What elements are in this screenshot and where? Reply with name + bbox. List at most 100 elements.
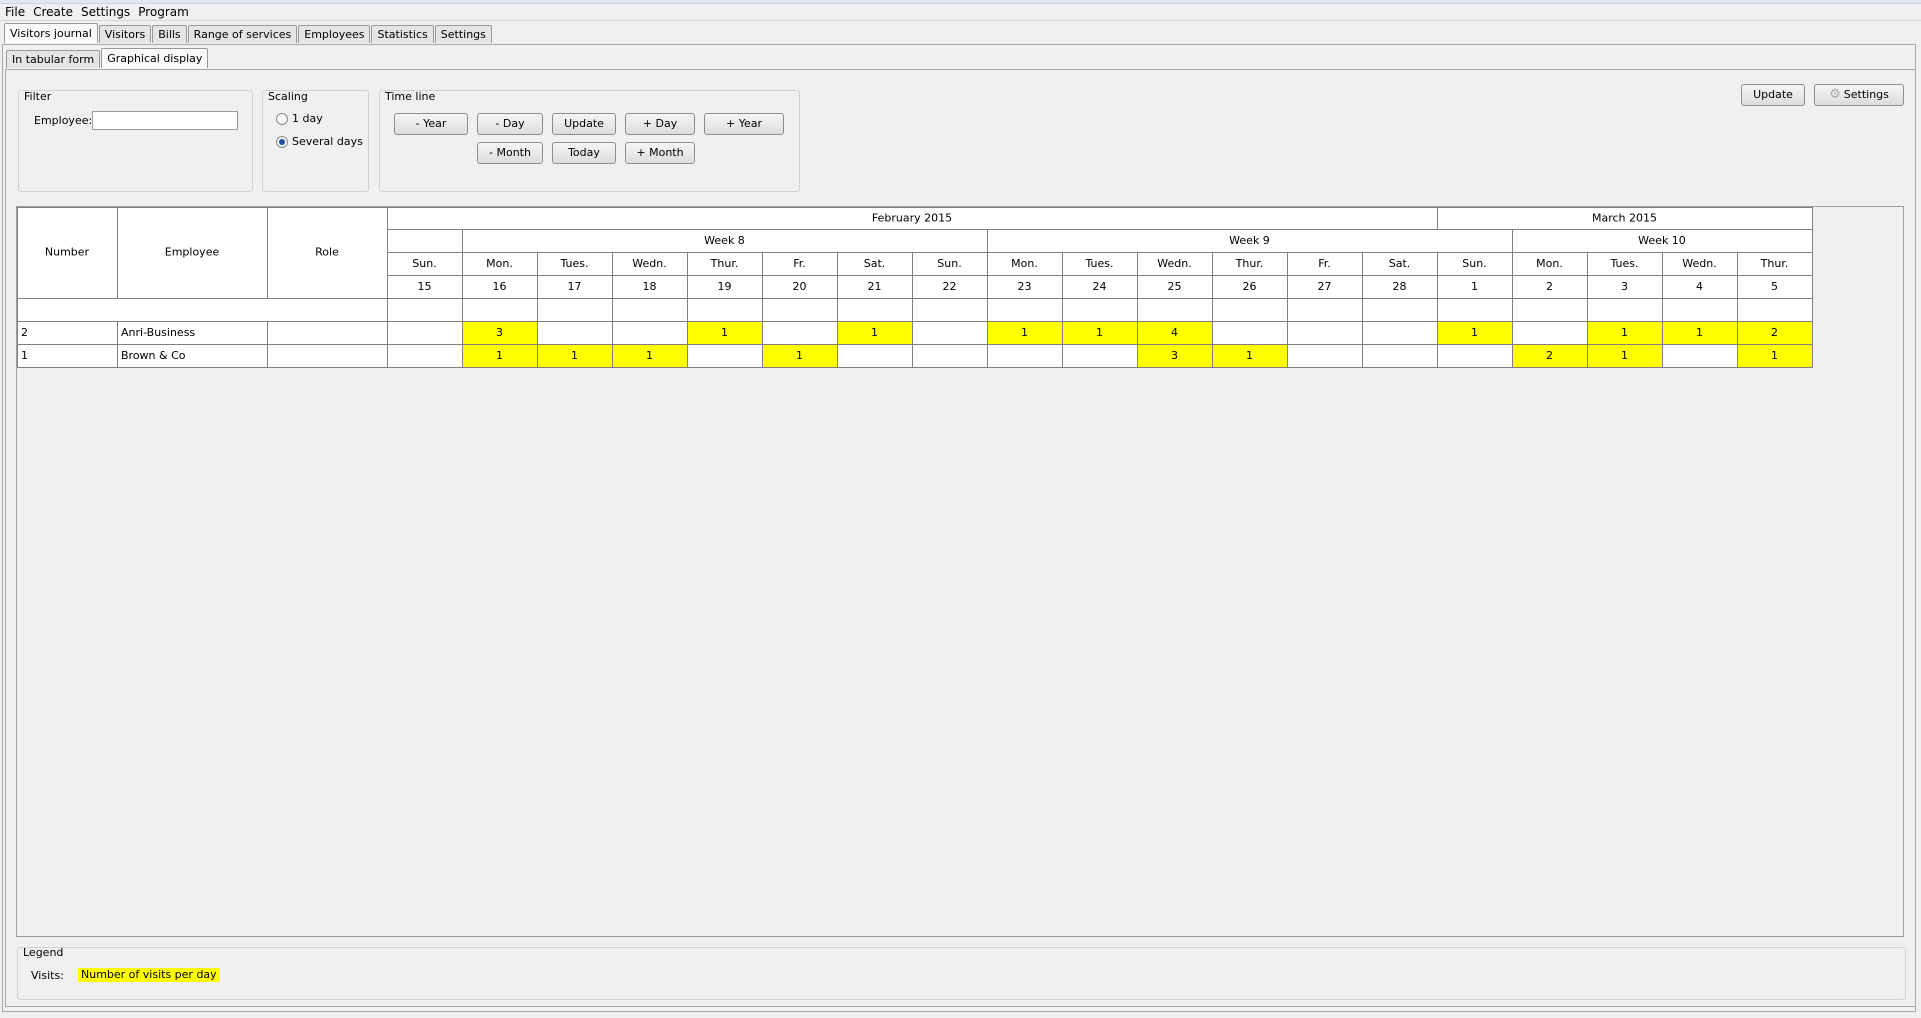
weekday-label: Sat. <box>864 257 886 270</box>
date-label: 28 <box>1393 280 1407 293</box>
empty-visit-cell <box>837 344 913 368</box>
empty-visit-cell <box>612 321 688 345</box>
month-header: March 2015 <box>1592 212 1657 225</box>
date-label: 24 <box>1093 280 1107 293</box>
weekday-label: Thur. <box>1760 257 1789 270</box>
weekday-label: Sun. <box>1462 257 1486 270</box>
menu-program[interactable]: Program <box>133 5 192 19</box>
empty-visit-cell <box>1662 344 1738 368</box>
tab-settings[interactable]: Settings <box>434 25 492 43</box>
date-label: 25 <box>1168 280 1182 293</box>
minus-month-button[interactable]: - Month <box>477 142 543 164</box>
scaling-group: Scaling 1 day Several days <box>262 90 369 192</box>
empty-visit-cell <box>1437 344 1513 368</box>
visit-count: 3 <box>496 326 503 339</box>
blank-day-cell <box>762 298 838 322</box>
update-button[interactable]: Update <box>1741 84 1805 106</box>
week-header: Week 10 <box>1638 234 1686 247</box>
blank-day-cell <box>1362 298 1438 322</box>
gear-icon: ⚙ <box>1829 87 1841 102</box>
month-header: February 2015 <box>872 212 952 225</box>
date-label: 21 <box>868 280 882 293</box>
visit-count: 1 <box>1096 326 1103 339</box>
employee-filter-input[interactable] <box>92 111 238 130</box>
weekday-label: Mon. <box>1011 257 1038 270</box>
empty-visit-cell <box>762 321 838 345</box>
timeline-update-button[interactable]: Update <box>552 113 616 135</box>
minus-day-button[interactable]: - Day <box>477 113 543 135</box>
tab-employees[interactable]: Employees <box>298 25 371 43</box>
subtab-graphical-display[interactable]: Graphical display <box>101 48 209 68</box>
tab-visitors-journal[interactable]: Visitors journal <box>4 23 98 43</box>
radio-1-day[interactable] <box>276 113 288 125</box>
weekday-label: Sun. <box>412 257 436 270</box>
minus-year-button[interactable]: - Year <box>394 113 468 135</box>
date-label: 4 <box>1696 280 1703 293</box>
row-number: 1 <box>21 349 28 362</box>
row-employee: Brown & Co <box>121 349 186 362</box>
table-row-number-cell <box>17 344 118 368</box>
visit-count: 1 <box>1621 349 1628 362</box>
menu-create[interactable]: Create <box>28 5 76 19</box>
settings-button[interactable]: ⚙ Settings <box>1814 84 1904 106</box>
blank-row-cell <box>17 298 388 322</box>
menu-divider <box>0 20 1921 21</box>
timeline-title: Time line <box>385 90 436 103</box>
weekday-label: Wedn. <box>1682 257 1716 270</box>
weekday-label: Thur. <box>710 257 739 270</box>
menu-settings[interactable]: Settings <box>76 5 133 19</box>
tab-visitors[interactable]: Visitors <box>98 25 152 43</box>
visit-count: 1 <box>1021 326 1028 339</box>
filter-title: Filter <box>24 90 52 103</box>
legend-title: Legend <box>23 946 64 959</box>
table-row-role-cell <box>267 321 388 345</box>
plus-month-button[interactable]: + Month <box>625 142 695 164</box>
tab-range-of-services[interactable]: Range of services <box>187 25 298 43</box>
radio-several-days[interactable] <box>276 136 288 148</box>
tab-statistics[interactable]: Statistics <box>371 25 434 43</box>
date-label: 27 <box>1318 280 1332 293</box>
empty-visit-cell <box>537 321 613 345</box>
plus-year-button[interactable]: + Year <box>704 113 784 135</box>
blank-day-cell <box>687 298 763 322</box>
blank-day-cell <box>987 298 1063 322</box>
date-label: 17 <box>568 280 582 293</box>
tab-bills[interactable]: Bills <box>152 25 187 43</box>
blank-day-cell <box>462 298 538 322</box>
subtab-tabular-form[interactable]: In tabular form <box>6 50 101 68</box>
weekday-label: Wedn. <box>1157 257 1191 270</box>
weekday-label: Tues. <box>559 257 588 270</box>
date-label: 22 <box>943 280 957 293</box>
radio-several-days-label: Several days <box>292 135 363 148</box>
visit-count: 1 <box>1471 326 1478 339</box>
radio-1-day-label: 1 day <box>292 112 323 125</box>
blank-day-cell <box>1287 298 1363 322</box>
empty-visit-cell <box>912 344 988 368</box>
blank-day-cell <box>387 298 463 322</box>
main-tabs: Visitors journal Visitors Bills Range of… <box>4 23 493 43</box>
weekday-label: Thur. <box>1235 257 1264 270</box>
menu-file[interactable]: File <box>0 5 28 19</box>
date-label: 15 <box>418 280 432 293</box>
visit-count: 2 <box>1546 349 1553 362</box>
visit-count: 4 <box>1171 326 1178 339</box>
today-button[interactable]: Today <box>552 142 616 164</box>
empty-visit-cell <box>1512 321 1588 345</box>
visit-count: 1 <box>1696 326 1703 339</box>
weekday-label: Mon. <box>1536 257 1563 270</box>
date-label: 1 <box>1471 280 1478 293</box>
row-number: 2 <box>21 326 28 339</box>
weekday-label: Tues. <box>1609 257 1638 270</box>
week-header: Week 9 <box>1229 234 1270 247</box>
visit-count: 1 <box>646 349 653 362</box>
visit-count: 1 <box>796 349 803 362</box>
row-employee: Anri-Business <box>121 326 195 339</box>
empty-visit-cell <box>1212 321 1288 345</box>
plus-day-button[interactable]: + Day <box>625 113 695 135</box>
visit-count: 1 <box>721 326 728 339</box>
date-label: 20 <box>793 280 807 293</box>
visit-count: 1 <box>1246 349 1253 362</box>
week-header-cell <box>387 229 463 253</box>
filter-group: Filter Employee: <box>18 90 253 192</box>
weekday-label: Mon. <box>486 257 513 270</box>
